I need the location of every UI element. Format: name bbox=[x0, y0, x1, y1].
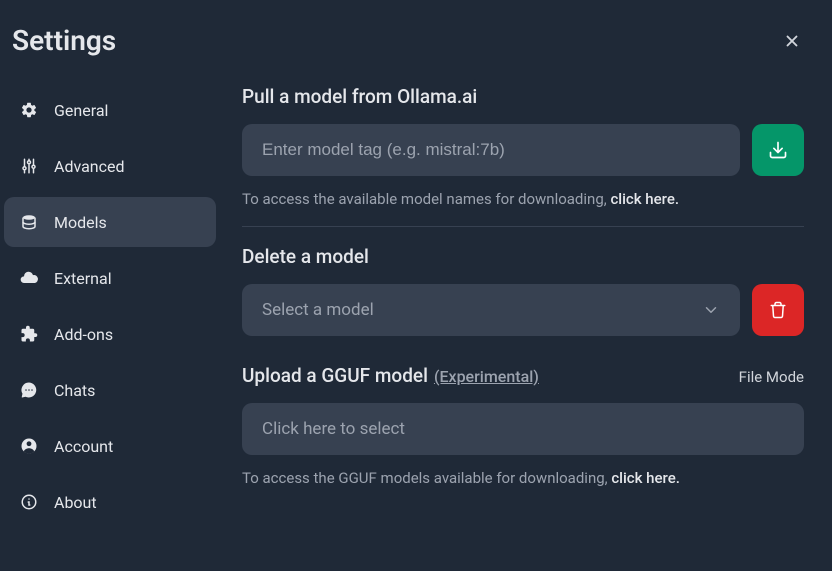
puzzle-icon bbox=[18, 323, 40, 345]
sidebar: General Advanced Models External Add-ons bbox=[0, 81, 224, 571]
upload-helper-text: To access the GGUF models available for … bbox=[242, 469, 804, 487]
model-tag-input[interactable] bbox=[242, 124, 740, 176]
sidebar-item-general[interactable]: General bbox=[4, 85, 216, 135]
sidebar-item-label: Account bbox=[54, 437, 113, 456]
delete-button[interactable] bbox=[752, 284, 804, 336]
sidebar-item-addons[interactable]: Add-ons bbox=[4, 309, 216, 359]
upload-drop-area[interactable]: Click here to select bbox=[242, 403, 804, 455]
main-panel: Pull a model from Ollama.ai To access th… bbox=[224, 81, 832, 571]
divider bbox=[242, 226, 804, 227]
info-icon bbox=[18, 491, 40, 513]
sidebar-item-label: General bbox=[54, 101, 108, 120]
upload-drop-label: Click here to select bbox=[262, 419, 405, 439]
delete-model-title: Delete a model bbox=[242, 245, 804, 268]
upload-helper-prefix: To access the GGUF models available for … bbox=[242, 469, 611, 487]
download-button[interactable] bbox=[752, 124, 804, 176]
page-title: Settings bbox=[12, 24, 116, 57]
pull-helper-link[interactable]: click here. bbox=[610, 190, 679, 208]
experimental-link[interactable]: (Experimental) bbox=[434, 367, 539, 386]
gear-icon bbox=[18, 99, 40, 121]
sidebar-item-advanced[interactable]: Advanced bbox=[4, 141, 216, 191]
upload-helper-link[interactable]: click here. bbox=[611, 469, 680, 487]
sidebar-item-label: Chats bbox=[54, 381, 95, 400]
pull-model-title: Pull a model from Ollama.ai bbox=[242, 85, 804, 108]
sidebar-item-label: Add-ons bbox=[54, 325, 113, 344]
cloud-icon bbox=[18, 267, 40, 289]
sidebar-item-label: Models bbox=[54, 213, 107, 232]
close-button[interactable] bbox=[776, 25, 808, 57]
sidebar-item-label: About bbox=[54, 493, 97, 512]
trash-icon bbox=[769, 301, 787, 319]
pull-helper-prefix: To access the available model names for … bbox=[242, 190, 610, 208]
layers-icon bbox=[18, 211, 40, 233]
sidebar-item-account[interactable]: Account bbox=[4, 421, 216, 471]
user-icon bbox=[18, 435, 40, 457]
file-mode-toggle[interactable]: File Mode bbox=[739, 368, 804, 386]
sidebar-item-label: External bbox=[54, 269, 112, 288]
download-icon bbox=[768, 140, 788, 160]
chevron-down-icon bbox=[702, 301, 720, 319]
pull-helper-text: To access the available model names for … bbox=[242, 190, 804, 208]
close-icon bbox=[783, 32, 801, 50]
sidebar-item-models[interactable]: Models bbox=[4, 197, 216, 247]
delete-model-select[interactable]: Select a model bbox=[242, 284, 740, 336]
sidebar-item-about[interactable]: About bbox=[4, 477, 216, 527]
sidebar-item-label: Advanced bbox=[54, 157, 125, 176]
sliders-icon bbox=[18, 155, 40, 177]
sidebar-item-external[interactable]: External bbox=[4, 253, 216, 303]
chat-icon bbox=[18, 379, 40, 401]
sidebar-item-chats[interactable]: Chats bbox=[4, 365, 216, 415]
upload-model-title: Upload a GGUF model bbox=[242, 364, 428, 387]
select-placeholder: Select a model bbox=[262, 300, 374, 320]
